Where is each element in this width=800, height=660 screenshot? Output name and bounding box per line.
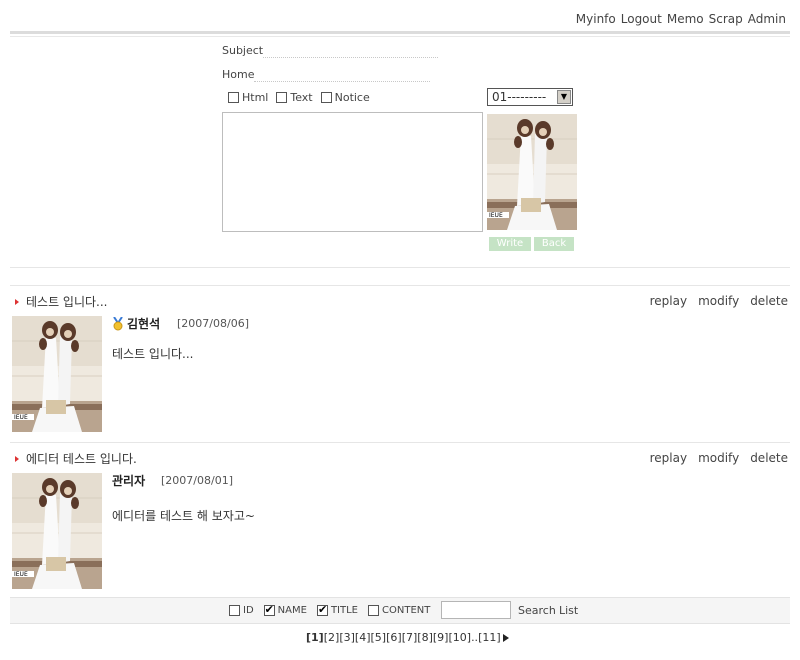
page-link[interactable]: [9]: [433, 631, 449, 644]
pagination: [1] [2] [3] [4] [5] [6] [7] [8] [9] [10]…: [306, 631, 509, 644]
home-input[interactable]: [254, 68, 430, 82]
delete-link[interactable]: delete: [750, 294, 788, 308]
triangle-bullet-icon: [15, 455, 19, 462]
page-link[interactable]: [8]: [417, 631, 433, 644]
post-divider: [10, 442, 790, 443]
page-ellipsis: ..: [471, 631, 479, 644]
title-filter-checkbox[interactable]: [316, 603, 328, 616]
text-label: Text: [290, 91, 313, 104]
post-author[interactable]: 김현석: [112, 315, 160, 332]
home-label: Home: [222, 68, 255, 81]
back-button[interactable]: Back: [534, 237, 574, 251]
nav-admin[interactable]: Admin: [748, 12, 786, 26]
text-checkbox[interactable]: [276, 92, 288, 103]
html-checkbox[interactable]: [228, 92, 239, 103]
notice-checkbox[interactable]: [320, 92, 332, 103]
chevron-down-icon[interactable]: ▼: [557, 90, 571, 104]
reply-link[interactable]: replay: [650, 294, 687, 308]
content-textarea[interactable]: [222, 112, 483, 232]
search-filters: ID NAME TITLE CONTENT: [229, 603, 440, 616]
triangle-bullet-icon: [15, 298, 19, 305]
icon-select[interactable]: 01--------- ▼: [487, 88, 573, 106]
post-title-text: 에디터 테스트 입니다.: [26, 452, 137, 466]
author-name: 관리자: [112, 474, 146, 488]
nav-myinfo[interactable]: Myinfo: [576, 12, 616, 26]
page-link[interactable]: [11]: [478, 631, 501, 644]
write-button[interactable]: Write: [489, 237, 531, 251]
content-filter-checkbox[interactable]: [368, 605, 379, 616]
page-link[interactable]: [6]: [386, 631, 402, 644]
post-actions: replay modify delete: [650, 294, 788, 308]
post-body: 에디터를 테스트 해 보자고~: [112, 509, 255, 523]
page-current: [1]: [306, 631, 324, 644]
post-date: [2007/08/06]: [177, 317, 249, 330]
svg-text:IEUE: IEUE: [14, 414, 28, 421]
page-link[interactable]: [3]: [339, 631, 355, 644]
delete-link[interactable]: delete: [750, 451, 788, 465]
page-link[interactable]: [7]: [402, 631, 418, 644]
id-filter-label: ID: [243, 605, 254, 616]
author-name: 김현석: [127, 317, 161, 331]
page-link[interactable]: [5]: [371, 631, 387, 644]
post-title[interactable]: 테스트 입니다...: [15, 293, 108, 310]
nav-memo[interactable]: Memo: [667, 12, 704, 26]
html-label: Html: [242, 91, 269, 104]
name-filter-checkbox[interactable]: [263, 603, 275, 616]
form-divider: [10, 267, 790, 268]
post-title[interactable]: 에디터 테스트 입니다.: [15, 450, 137, 467]
write-options: Html Text Notice: [228, 91, 378, 104]
title-filter-label: TITLE: [330, 605, 358, 616]
page-link[interactable]: [4]: [355, 631, 371, 644]
post-actions: replay modify delete: [650, 451, 788, 465]
svg-text:IEUE: IEUE: [489, 212, 503, 219]
header-divider-thin: [10, 36, 790, 37]
reply-link[interactable]: replay: [650, 451, 687, 465]
modify-link[interactable]: modify: [698, 294, 739, 308]
nav-logout[interactable]: Logout: [621, 12, 662, 26]
post-date: [2007/08/01]: [161, 474, 233, 487]
nav-scrap[interactable]: Scrap: [709, 12, 743, 26]
subject-input[interactable]: [263, 44, 438, 58]
content-filter-label: CONTENT: [382, 605, 431, 616]
subject-label: Subject: [222, 44, 264, 57]
name-filter-label: NAME: [277, 605, 307, 616]
next-arrow-icon[interactable]: [502, 633, 509, 642]
id-filter-checkbox[interactable]: [229, 605, 240, 616]
notice-label: Notice: [334, 91, 370, 104]
medal-icon: [112, 315, 124, 331]
page-link[interactable]: [2]: [324, 631, 340, 644]
post-avatar: IEUE: [12, 473, 102, 589]
top-nav: Myinfo Logout Memo Scrap Admin: [576, 12, 786, 26]
svg-text:IEUE: IEUE: [14, 571, 28, 578]
search-button[interactable]: Search: [518, 604, 556, 617]
header-divider: [10, 31, 790, 34]
post-title-text: 테스트 입니다...: [26, 295, 108, 309]
post-avatar: IEUE: [12, 316, 102, 432]
modify-link[interactable]: modify: [698, 451, 739, 465]
search-input[interactable]: [441, 601, 511, 619]
post-body: 테스트 입니다...: [112, 347, 194, 361]
icon-select-value: 01---------: [492, 90, 547, 104]
icon-preview-image: IEUE: [487, 114, 577, 230]
post-author[interactable]: 관리자: [112, 472, 145, 489]
list-divider: [10, 285, 790, 286]
page-link[interactable]: [10]: [448, 631, 471, 644]
list-button[interactable]: List: [559, 604, 578, 617]
